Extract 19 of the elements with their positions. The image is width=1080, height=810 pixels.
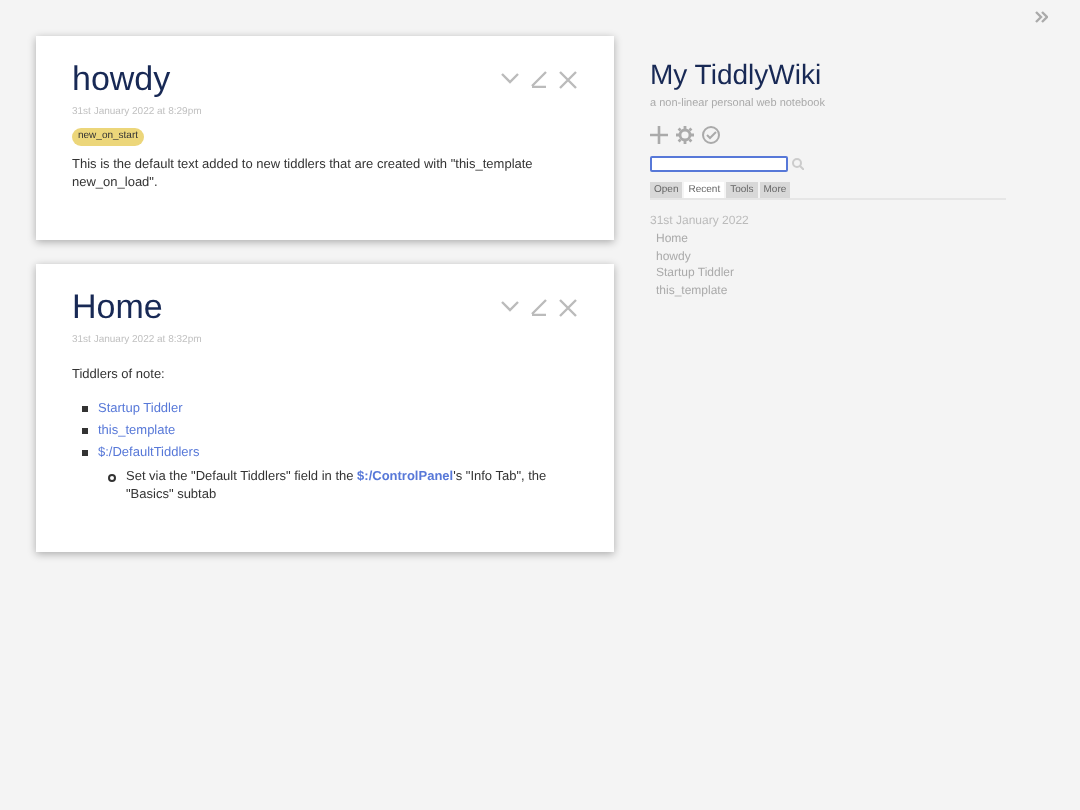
tiddler-title: Home — [72, 288, 163, 328]
bullet-icon — [82, 405, 88, 411]
chevron-down-icon[interactable] — [500, 70, 520, 86]
collapse-sidebar-icon[interactable] — [1034, 10, 1048, 24]
chevron-down-icon[interactable] — [500, 298, 520, 314]
check-circle-icon[interactable] — [702, 126, 720, 145]
close-icon[interactable] — [558, 70, 578, 90]
tiddler-title: howdy — [72, 60, 171, 100]
bullet-icon — [82, 427, 88, 433]
search-field[interactable] — [650, 156, 788, 173]
settings-icon[interactable] — [676, 126, 694, 145]
close-icon[interactable] — [558, 298, 578, 318]
plus-icon[interactable] — [650, 126, 668, 145]
pencil-icon[interactable] — [530, 70, 548, 88]
site-title: My TiddlyWiki — [650, 56, 824, 92]
bullet-icon — [108, 473, 116, 481]
search-icon[interactable] — [792, 158, 804, 171]
pencil-icon[interactable] — [530, 298, 548, 316]
bullet-icon — [82, 449, 88, 455]
